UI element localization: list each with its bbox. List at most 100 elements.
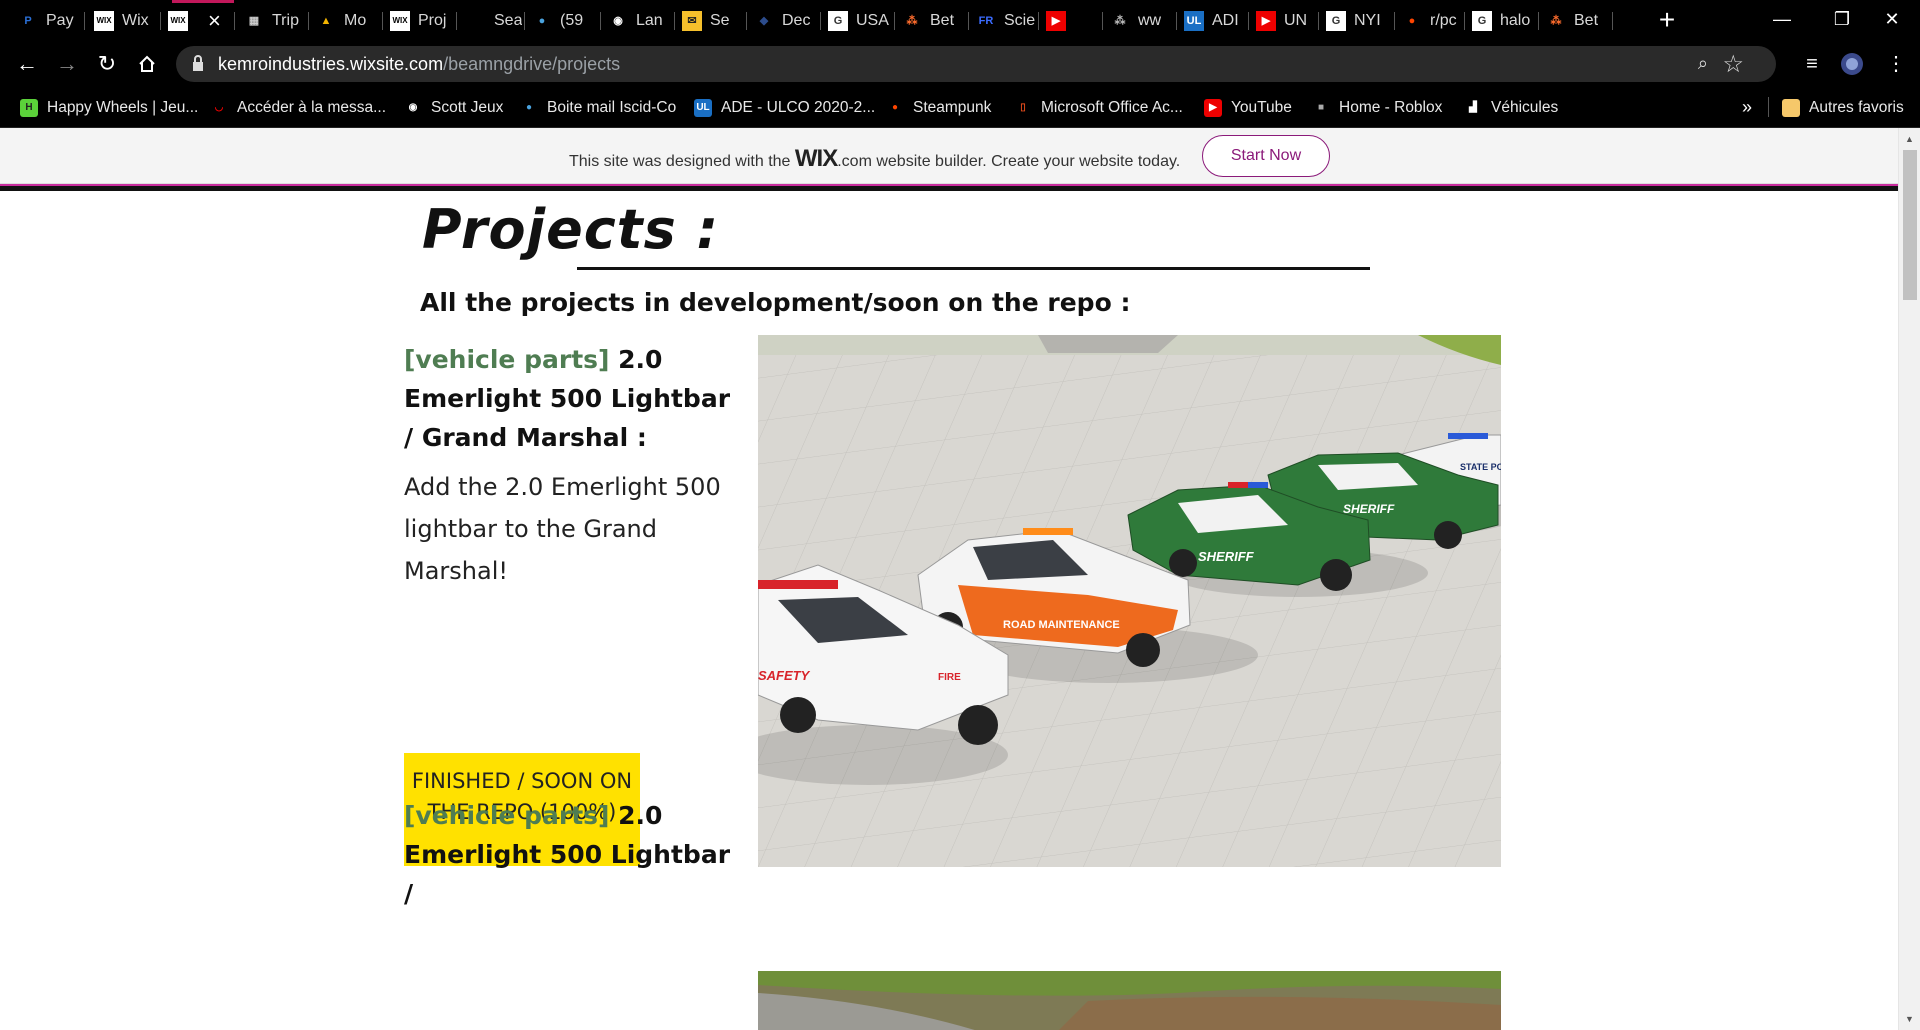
bookmark-label: YouTube: [1231, 98, 1292, 116]
bookmarks-divider: [1768, 97, 1769, 117]
reload-icon[interactable]: ↻: [92, 49, 122, 79]
globe-icon: ◉: [613, 15, 623, 27]
tab-separator: [234, 12, 235, 30]
browser-tab[interactable]: P Pay: [12, 0, 84, 41]
browser-tab[interactable]: ▲ Mo: [310, 0, 382, 41]
other-bookmarks-folder[interactable]: Autres favoris: [1782, 87, 1904, 128]
google-icon: G: [828, 10, 848, 31]
browser-tab[interactable]: ◉ Lan: [602, 0, 674, 41]
minimize-button[interactable]: —: [1752, 0, 1812, 41]
lock-icon: [193, 55, 203, 71]
tab-separator: [746, 12, 747, 30]
reddit-icon: ●: [1408, 14, 1416, 27]
project-description: Add the 2.0 Emerlight 500 lightbar to th…: [404, 473, 721, 585]
active-tab-indicator: [172, 0, 234, 3]
dots-icon: ⁂: [906, 15, 918, 27]
tab-separator: [84, 12, 85, 30]
blank-icon: [466, 11, 486, 31]
browser-tab[interactable]: Sea: [460, 0, 524, 41]
tab-separator: [1318, 12, 1319, 30]
wix-icon: WIX: [94, 10, 114, 31]
reading-list-icon[interactable]: ≡: [1796, 49, 1828, 79]
browser-tab[interactable]: FR Scie: [970, 0, 1038, 41]
scrollbar-thumb[interactable]: [1903, 150, 1917, 300]
bookmark-item[interactable]: ▶ YouTube: [1204, 87, 1292, 128]
bookmark-item[interactable]: ▯ Microsoft Office Ac...: [1014, 87, 1183, 128]
bookmark-item[interactable]: ◉ Scott Jeux: [404, 87, 504, 128]
browser-tab[interactable]: ✉ Se: [676, 0, 746, 41]
paypal-icon: P: [24, 14, 32, 27]
project-screenshot[interactable]: STATE POL SHERIFF SHERIFF: [758, 335, 1501, 867]
shield-icon: ◆: [759, 15, 769, 27]
tab-separator: [1248, 12, 1249, 30]
drive-icon: ▲: [320, 14, 332, 27]
svg-text:ROAD MAINTENANCE: ROAD MAINTENANCE: [1003, 619, 1120, 631]
wix-icon: WIX: [390, 10, 410, 31]
mail-smile-icon: ◡: [214, 102, 224, 113]
browser-tab[interactable]: ⁂ Bet: [1540, 0, 1612, 41]
browser-tab[interactable]: G NYI: [1320, 0, 1394, 41]
bookmark-label: Scott Jeux: [431, 98, 504, 116]
browser-tab[interactable]: ⁂ Bet: [896, 0, 968, 41]
bookmark-item[interactable]: UL ADE - ULCO 2020-2...: [694, 87, 875, 128]
bookmark-item[interactable]: H Happy Wheels | Jeu...: [20, 87, 198, 128]
bookmark-item[interactable]: ◡ Accéder à la messa...: [210, 87, 386, 128]
dots-icon: ⁂: [1114, 15, 1126, 27]
more-bookmarks-button[interactable]: »: [1742, 97, 1752, 118]
browser-tab[interactable]: G USA: [822, 0, 894, 41]
project-screenshot[interactable]: [758, 971, 1501, 1030]
back-arrow-icon[interactable]: ←: [12, 49, 42, 79]
tab-separator: [1176, 12, 1177, 30]
close-window-button[interactable]: ✕: [1862, 0, 1920, 41]
page-subtitle: All the projects in development/soon on …: [420, 288, 1131, 317]
dots-icon: ⁂: [1550, 15, 1562, 27]
browser-tab[interactable]: ▶: [1040, 0, 1102, 41]
browser-tab[interactable]: ⁂ ww: [1104, 0, 1176, 41]
browser-tab[interactable]: ● (59: [526, 0, 600, 41]
address-bar[interactable]: kemroindustries.wixsite.com/beamngdrive/…: [176, 46, 1776, 82]
tab-separator: [1038, 12, 1039, 30]
tab-active[interactable]: WIX ×: [162, 0, 234, 41]
browser-tab[interactable]: ◆ Dec: [748, 0, 820, 41]
browser-tab[interactable]: UL ADI: [1178, 0, 1248, 41]
browser-tab[interactable]: ● r/pc: [1396, 0, 1464, 41]
bookmark-item[interactable]: ● Boite mail Iscid-Co: [520, 87, 676, 128]
tab-separator: [456, 12, 457, 30]
cloud-icon: ●: [538, 14, 546, 27]
forward-arrow-icon[interactable]: →: [52, 49, 82, 79]
bookmark-label: Steampunk: [913, 98, 992, 116]
browser-tab[interactable]: ▶ UN: [1250, 0, 1318, 41]
scroll-down-icon[interactable]: ▼: [1905, 1014, 1914, 1024]
tab-title: Pay: [46, 11, 74, 29]
tab-strip: + — ❐ ✕ P Pay WIX Wix WIX × ▦ Trip ▲ Mo WIX Proj Sea…: [0, 0, 1920, 41]
page-scrollbar[interactable]: ▲ ▼: [1898, 128, 1920, 1030]
scroll-up-icon[interactable]: ▲: [1905, 134, 1914, 144]
tab-separator: [1102, 12, 1103, 30]
bookmark-label: Happy Wheels | Jeu...: [47, 98, 199, 116]
profile-avatar[interactable]: [1836, 49, 1868, 79]
browser-tab[interactable]: WIX Wix: [88, 0, 160, 41]
browser-tab[interactable]: WIX Proj: [384, 0, 456, 41]
tab-separator: [674, 12, 675, 30]
bookmark-item[interactable]: ■ Home - Roblox: [1312, 87, 1442, 128]
tab-title: ww: [1138, 11, 1162, 29]
menu-kebab-icon[interactable]: ⋮: [1880, 49, 1912, 79]
bookmark-star-icon[interactable]: ☆: [1722, 50, 1744, 79]
start-now-button[interactable]: Start Now: [1202, 135, 1330, 177]
page-content: Projects : All the projects in developme…: [0, 191, 1898, 1030]
ulco-icon: UL: [1184, 10, 1204, 31]
tab-title: Bet: [1574, 11, 1599, 29]
close-tab-icon[interactable]: ×: [208, 8, 221, 34]
bookmark-item[interactable]: ▟ Véhicules: [1464, 87, 1558, 128]
browser-window: + — ❐ ✕ P Pay WIX Wix WIX × ▦ Trip ▲ Mo WIX Proj Sea…: [0, 0, 1920, 1030]
new-tab-button[interactable]: +: [1652, 6, 1682, 36]
google-icon: G: [1472, 10, 1492, 31]
bookmark-item[interactable]: ● Steampunk: [886, 87, 991, 128]
terrain-image: [758, 971, 1501, 1030]
home-icon[interactable]: [132, 49, 162, 79]
zoom-icon[interactable]: ⌕: [1698, 53, 1708, 74]
browser-tab[interactable]: Ghalo: [1466, 0, 1538, 41]
page-title: Projects :: [422, 198, 720, 261]
youtube-icon: ▶: [1256, 10, 1276, 31]
browser-tab[interactable]: ▦ Trip: [238, 0, 308, 41]
